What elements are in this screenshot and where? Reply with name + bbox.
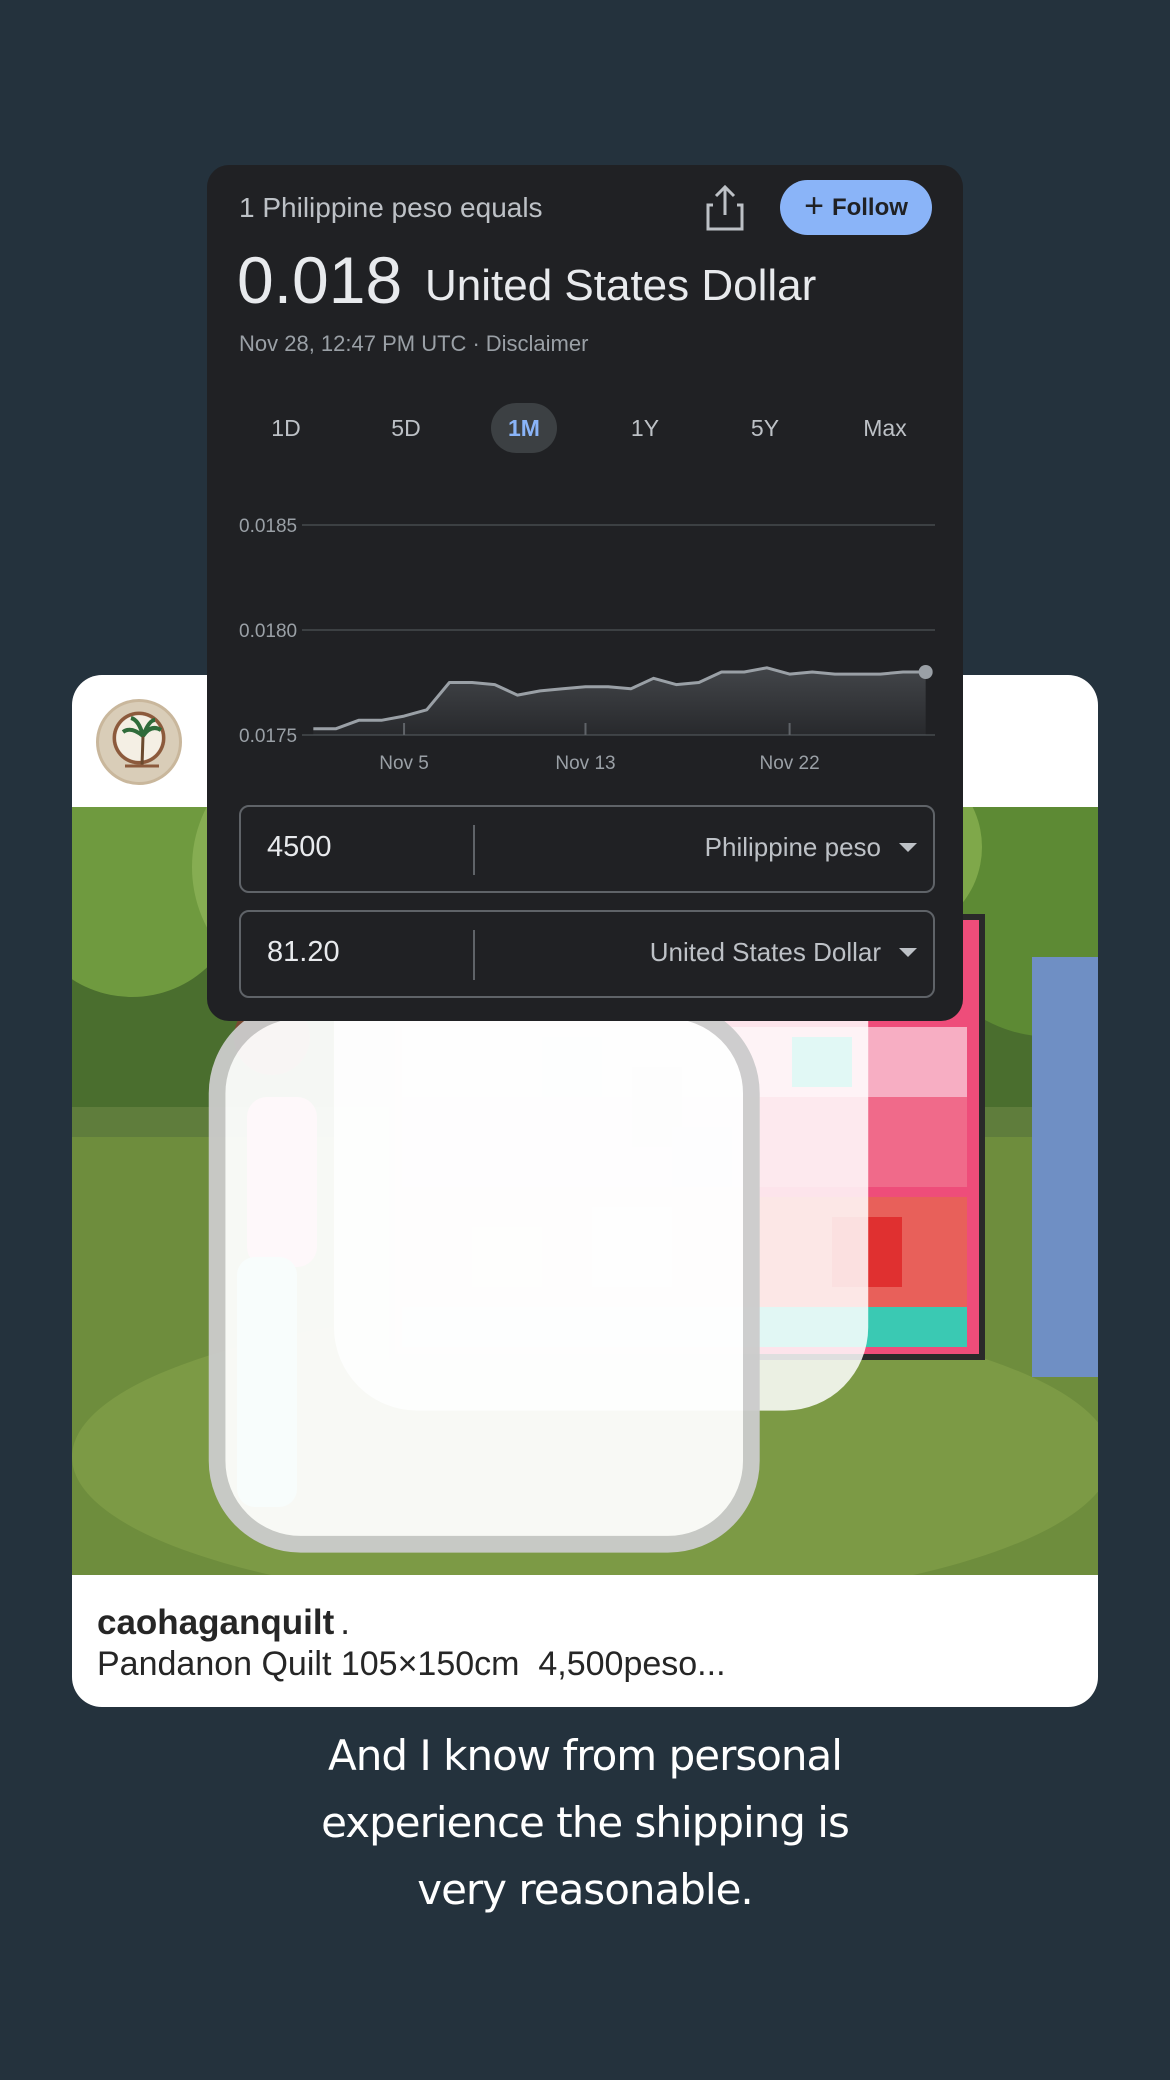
y-tick-label: 0.0175 (239, 726, 297, 747)
plus-icon: + (804, 187, 824, 225)
dropdown-arrow-icon[interactable] (899, 948, 917, 957)
post-username[interactable]: caohaganquilt. (97, 1603, 350, 1643)
to-currency-row: 81.20 United States Dollar (239, 910, 935, 998)
exchange-rate-value: 0.018 (237, 243, 403, 317)
field-divider (473, 825, 475, 875)
y-tick-label: 0.0185 (239, 516, 297, 537)
x-tick-label: Nov 5 (379, 753, 429, 774)
follow-button[interactable]: + Follow (780, 180, 932, 235)
to-amount-input[interactable]: 81.20 (267, 936, 340, 969)
current-point-marker (918, 665, 933, 679)
story-caption-line: very reasonable. (417, 1865, 754, 1914)
separator: · (472, 331, 480, 356)
x-tick-label: Nov 13 (555, 753, 615, 774)
username-text[interactable]: caohaganquilt (97, 1603, 334, 1642)
from-currency-select[interactable]: Philippine peso (705, 832, 881, 863)
y-tick-label: 0.0180 (239, 621, 297, 642)
series-area (313, 667, 926, 735)
story-caption: And I know from personal experience the … (185, 1722, 985, 1923)
palm-tree-icon (121, 716, 163, 768)
field-divider (473, 930, 475, 980)
rate-timestamp-line: Nov 28, 12:47 PM UTC · Disclaimer (239, 331, 588, 357)
post-caption[interactable]: Pandanon Quilt 105×150cm 4,500peso... (97, 1645, 726, 1684)
from-amount-input[interactable]: 4500 (267, 831, 332, 864)
currency-converter-widget: 1 Philippine peso equals + Follow 0.018 … (207, 165, 963, 1021)
from-currency-row: 4500 Philippine peso (239, 805, 935, 893)
story-caption-line: experience the shipping is (321, 1798, 850, 1847)
follow-label: Follow (831, 193, 908, 221)
username-suffix: . (340, 1603, 350, 1642)
tab-5d[interactable]: 5D (359, 403, 453, 453)
tab-1y[interactable]: 1Y (598, 403, 692, 453)
to-currency-select[interactable]: United States Dollar (650, 937, 881, 968)
conversion-subtitle: 1 Philippine peso equals (239, 192, 543, 223)
dropdown-arrow-icon[interactable] (899, 843, 917, 852)
disclaimer-link[interactable]: Disclaimer (486, 331, 589, 356)
target-currency-name: United States Dollar (425, 261, 817, 310)
share-icon[interactable] (703, 183, 747, 233)
x-tick-label: Nov 22 (759, 753, 819, 774)
avatar[interactable] (96, 699, 182, 785)
tab-1d[interactable]: 1D (239, 403, 333, 453)
tab-max[interactable]: Max (838, 403, 932, 453)
tab-5y[interactable]: 5Y (718, 403, 812, 453)
rate-timestamp: Nov 28, 12:47 PM UTC (239, 331, 467, 356)
tab-1m[interactable]: 1M (491, 403, 557, 453)
time-range-tabs: 1D 5D 1M 1Y 5Y Max (239, 403, 935, 453)
story-caption-line: And I know from personal (328, 1731, 843, 1780)
